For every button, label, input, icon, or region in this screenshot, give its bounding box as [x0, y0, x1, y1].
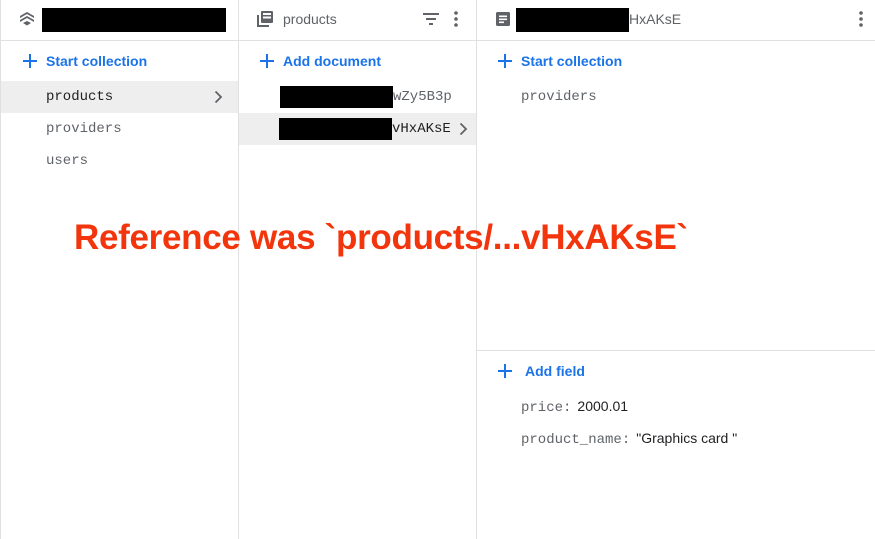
- annotation-text: Reference was `products/...vHxAKsE`: [74, 218, 688, 257]
- collection-title: products: [283, 11, 337, 27]
- collection-icon: [257, 11, 273, 27]
- collection-panel: products Add document wZy5B3p vHxAKsE: [239, 0, 477, 539]
- chevron-right-icon: [459, 122, 468, 136]
- document-item[interactable]: wZy5B3p: [239, 81, 476, 113]
- document-id-suffix: vHxAKsE: [392, 121, 451, 137]
- subcollection-item-label: providers: [521, 89, 597, 105]
- document-item-selected[interactable]: vHxAKsE: [239, 113, 476, 145]
- document-id-suffix: wZy5B3p: [393, 89, 452, 105]
- start-collection-label: Start collection: [46, 53, 148, 69]
- plus-icon: [498, 54, 512, 68]
- subcollection-item-providers[interactable]: providers: [477, 81, 875, 113]
- collection-item-label: users: [46, 153, 89, 169]
- fields-divider: [477, 350, 875, 351]
- start-collection-label: Start collection: [521, 53, 623, 69]
- document-title-suffix: HxAKsE: [629, 11, 682, 27]
- collection-item-providers[interactable]: providers: [1, 113, 238, 145]
- document-panel-header: HxAKsE: [477, 0, 875, 41]
- collection-item-label: products: [46, 89, 114, 105]
- more-vert-icon[interactable]: [450, 10, 462, 28]
- field-key: price:: [521, 400, 572, 416]
- redacted-project-name: [42, 8, 226, 32]
- firestore-icon: [20, 12, 34, 26]
- more-vert-icon[interactable]: [855, 10, 867, 28]
- redacted-document-id: [279, 118, 392, 140]
- collection-panel-header: products: [239, 0, 476, 41]
- plus-icon: [23, 54, 37, 68]
- redacted-document-title: [516, 8, 629, 32]
- start-collection-button[interactable]: Start collection: [1, 45, 238, 77]
- collection-item-products[interactable]: products: [1, 81, 238, 113]
- firestore-data-viewer: Start collection products providers user…: [0, 0, 875, 539]
- root-panel: Start collection products providers user…: [0, 0, 239, 539]
- root-panel-header: [1, 0, 238, 41]
- add-document-label: Add document: [283, 53, 381, 69]
- start-subcollection-button[interactable]: Start collection: [477, 45, 875, 77]
- document-panel: HxAKsE Start collection providers Add fi…: [477, 0, 875, 539]
- field-value: "Graphics card ": [636, 430, 738, 446]
- document-icon: [496, 12, 510, 26]
- plus-icon: [498, 364, 512, 378]
- filter-icon[interactable]: [422, 10, 440, 28]
- add-field-label: Add field: [525, 363, 585, 379]
- field-value: 2000.01: [577, 398, 629, 414]
- collection-item-label: providers: [46, 121, 122, 137]
- redacted-document-id: [280, 86, 393, 108]
- field-row-price[interactable]: price: 2000.01: [521, 398, 628, 420]
- field-key: product_name:: [521, 432, 631, 448]
- field-row-product-name[interactable]: product_name: "Graphics card ": [521, 430, 737, 452]
- collection-item-users[interactable]: users: [1, 145, 238, 177]
- plus-icon: [260, 54, 274, 68]
- chevron-right-icon: [214, 90, 223, 104]
- add-field-button[interactable]: Add field: [477, 355, 875, 387]
- add-document-button[interactable]: Add document: [239, 45, 476, 77]
